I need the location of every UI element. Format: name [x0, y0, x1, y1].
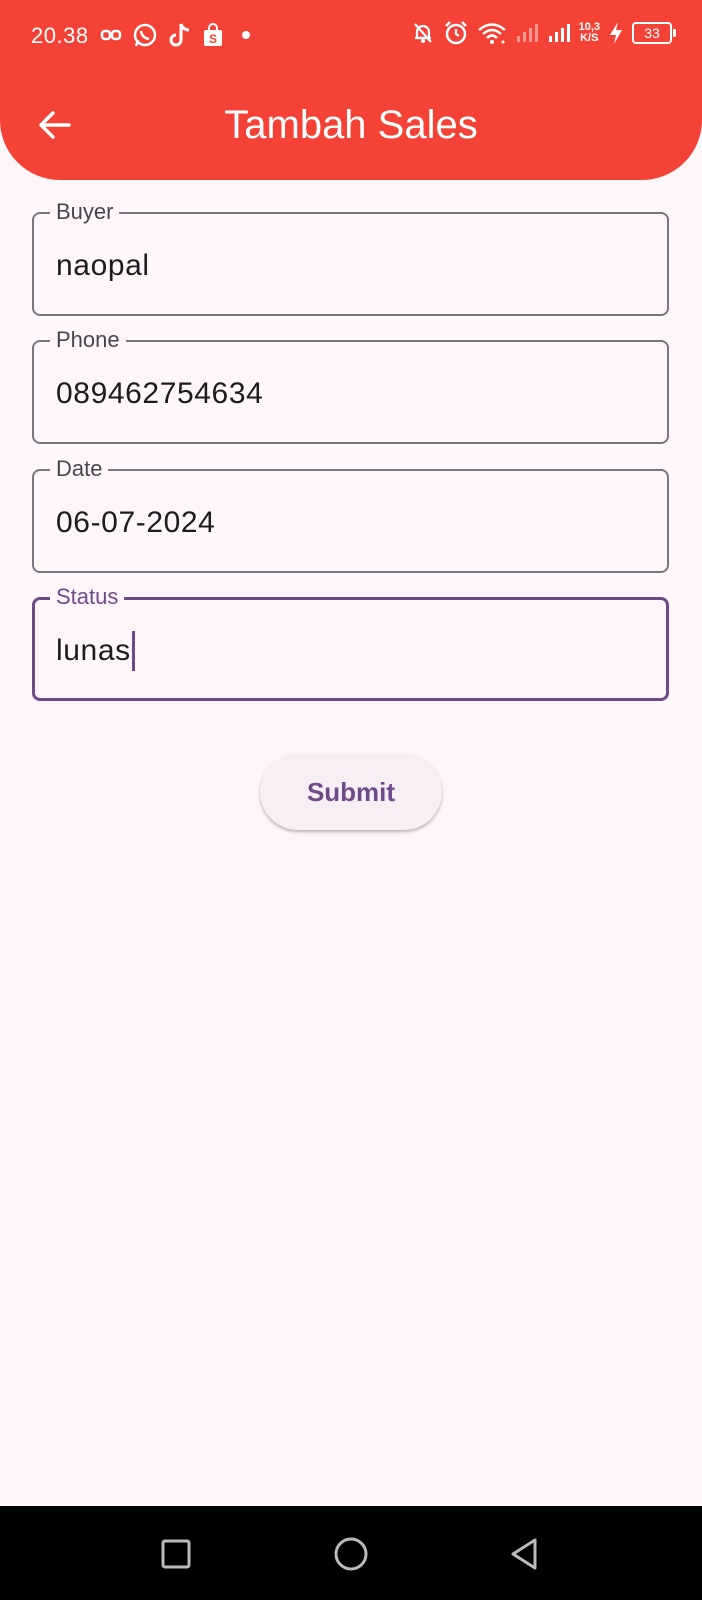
submit-button[interactable]: Submit	[260, 754, 442, 830]
system-back-button[interactable]	[502, 1532, 546, 1576]
status-label: Status	[50, 583, 125, 611]
link-icon	[100, 29, 122, 41]
status-value: lunas	[56, 634, 131, 667]
svg-text:S: S	[209, 32, 217, 46]
page-title: Tambah Sales	[224, 103, 478, 147]
recents-square-icon	[161, 1539, 191, 1569]
recents-button[interactable]	[154, 1532, 198, 1576]
battery-level: 33	[644, 25, 660, 41]
date-field[interactable]: Date 06-07-2024	[32, 455, 669, 573]
date-label: Date	[50, 455, 109, 483]
home-circle-icon	[334, 1537, 368, 1571]
network-speed-unit: K/S	[580, 32, 599, 44]
navigation-bar	[0, 1506, 702, 1600]
tiktok-icon	[169, 23, 190, 47]
buyer-label: Buyer	[50, 198, 120, 226]
phone-label: Phone	[50, 326, 126, 354]
phone-value: 089462754634	[56, 377, 264, 410]
buyer-field[interactable]: Buyer naopal	[32, 198, 669, 316]
network-speed: 10,3 K/S	[579, 22, 600, 44]
status-field[interactable]: Status lunas	[32, 583, 669, 701]
back-triangle-icon	[511, 1538, 537, 1570]
app-bar: 20.38 S 10,3 K/S 33 Tambah Sales	[0, 0, 702, 180]
system-status-icons: 10,3 K/S 33	[411, 20, 676, 46]
buyer-value: naopal	[56, 249, 150, 282]
notification-icons: S	[100, 22, 252, 48]
status-value-wrapper: lunas	[56, 631, 135, 671]
whatsapp-icon	[133, 23, 157, 47]
alarm-icon	[444, 21, 467, 45]
status-time: 20.38	[31, 23, 89, 48]
wifi-icon	[477, 23, 506, 44]
text-cursor	[131, 631, 135, 671]
date-value: 06-07-2024	[56, 506, 216, 539]
dot-icon	[242, 31, 250, 39]
bell-off-icon	[413, 23, 432, 43]
battery-icon: 33	[632, 22, 676, 44]
home-button[interactable]	[329, 1532, 373, 1576]
phone-field[interactable]: Phone 089462754634	[32, 326, 669, 444]
signal-icon	[548, 24, 570, 42]
status-bar: 20.38 S 10,3 K/S 33	[0, 16, 702, 56]
charging-icon	[610, 22, 622, 44]
shopping-bag-icon: S	[204, 23, 222, 46]
signal-icon	[516, 24, 538, 42]
